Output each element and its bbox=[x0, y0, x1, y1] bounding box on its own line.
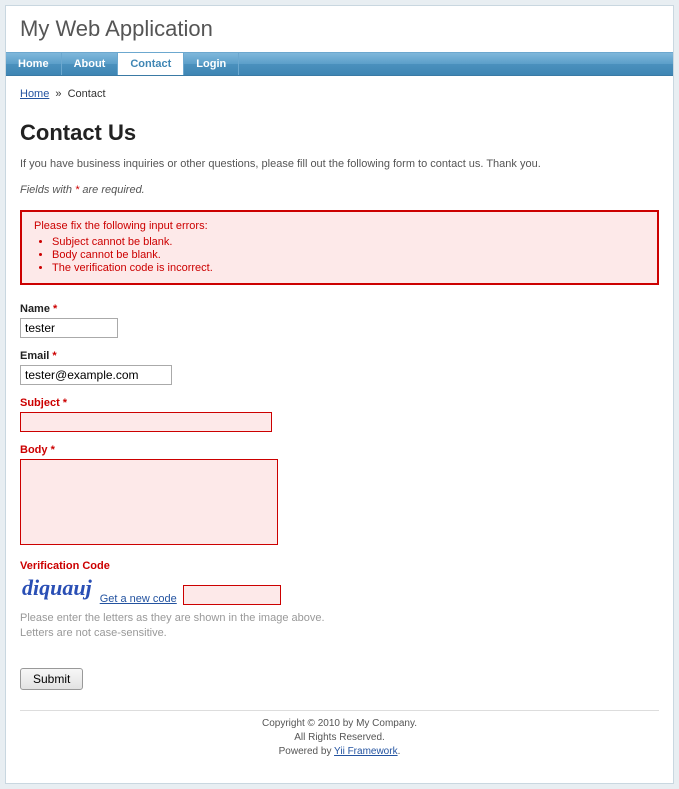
nav-about[interactable]: About bbox=[62, 53, 119, 75]
required-star-icon: * bbox=[51, 444, 55, 456]
field-email: Email * bbox=[20, 350, 659, 385]
nav-contact[interactable]: Contact bbox=[118, 53, 184, 75]
captcha-input[interactable] bbox=[183, 585, 281, 605]
name-input[interactable] bbox=[20, 318, 118, 338]
breadcrumb-home-link[interactable]: Home bbox=[20, 88, 49, 100]
error-item: Subject cannot be blank. bbox=[52, 236, 645, 248]
main-nav: Home About Contact Login bbox=[6, 52, 673, 76]
body-label: Body * bbox=[20, 444, 659, 456]
field-body: Body * bbox=[20, 444, 659, 548]
error-summary: Please fix the following input errors: S… bbox=[20, 210, 659, 285]
error-item: Body cannot be blank. bbox=[52, 249, 645, 261]
body-textarea[interactable] bbox=[20, 459, 278, 545]
required-star-icon: * bbox=[53, 303, 57, 315]
submit-button[interactable]: Submit bbox=[20, 668, 83, 690]
email-input[interactable] bbox=[20, 365, 172, 385]
page-title: Contact Us bbox=[20, 120, 659, 146]
footer-framework-link[interactable]: Yii Framework bbox=[334, 746, 398, 757]
captcha-refresh-link[interactable]: Get a new code bbox=[100, 593, 177, 605]
nav-home[interactable]: Home bbox=[6, 53, 62, 75]
footer: Copyright © 2010 by My Company. All Righ… bbox=[20, 717, 659, 769]
captcha-hint: Please enter the letters as they are sho… bbox=[20, 611, 659, 642]
required-fields-note: Fields with * are required. bbox=[20, 184, 659, 196]
error-item: The verification code is incorrect. bbox=[52, 262, 645, 274]
footer-divider bbox=[20, 710, 659, 711]
breadcrumb: Home » Contact bbox=[20, 84, 659, 110]
content-area: Home » Contact Contact Us If you have bu… bbox=[6, 76, 673, 783]
breadcrumb-sep: » bbox=[52, 88, 64, 100]
field-verification: Verification Code diquauj Get a new code… bbox=[20, 560, 659, 642]
field-name: Name * bbox=[20, 303, 659, 338]
captcha-image: diquauj bbox=[20, 575, 94, 605]
app-window: My Web Application Home About Contact Lo… bbox=[5, 5, 674, 784]
subject-input[interactable] bbox=[20, 412, 272, 432]
intro-text: If you have business inquiries or other … bbox=[20, 158, 659, 170]
app-title: My Web Application bbox=[6, 6, 673, 52]
required-star-icon: * bbox=[63, 397, 67, 409]
field-subject: Subject * bbox=[20, 397, 659, 432]
error-summary-heading: Please fix the following input errors: bbox=[34, 220, 645, 232]
nav-login[interactable]: Login bbox=[184, 53, 239, 75]
subject-label: Subject * bbox=[20, 397, 659, 409]
email-label: Email * bbox=[20, 350, 659, 362]
breadcrumb-current: Contact bbox=[68, 88, 106, 100]
footer-copyright: Copyright © 2010 by My Company. bbox=[262, 718, 417, 729]
footer-rights: All Rights Reserved. bbox=[294, 732, 385, 743]
name-label: Name * bbox=[20, 303, 659, 315]
required-star-icon: * bbox=[52, 350, 56, 362]
verification-label: Verification Code bbox=[20, 560, 659, 572]
